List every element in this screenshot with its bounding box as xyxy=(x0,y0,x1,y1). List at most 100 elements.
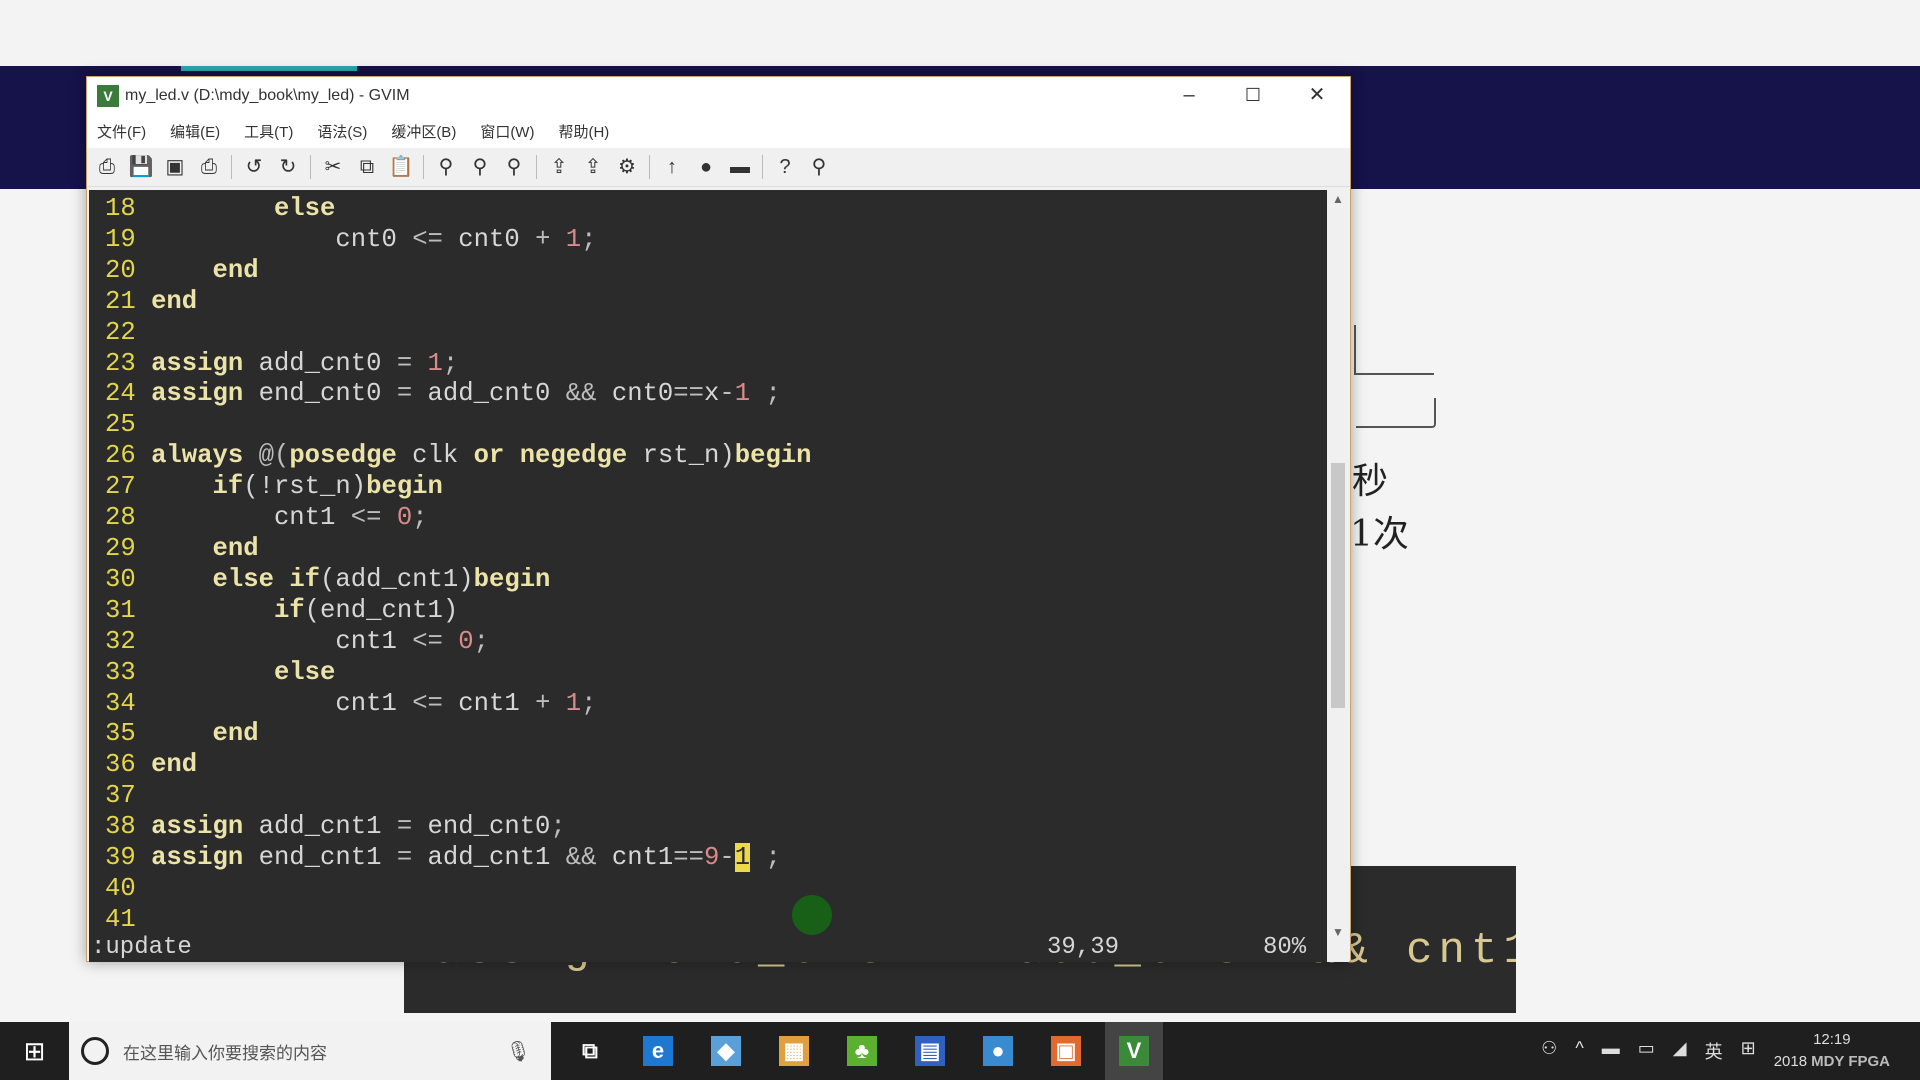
find-replace-icon[interactable]: ⚲ xyxy=(432,153,460,181)
code-token: <= xyxy=(351,503,382,532)
code-line[interactable]: 27 if(!rst_n)begin xyxy=(105,472,1327,503)
task-view-button[interactable]: ⧉ xyxy=(561,1022,619,1080)
code-line[interactable]: 36 end xyxy=(105,750,1327,781)
code-token xyxy=(151,719,212,748)
code-line[interactable]: 23 assign add_cnt0 = 1; xyxy=(105,349,1327,380)
line-number: 39 xyxy=(105,843,136,872)
menu-item[interactable]: 编辑(E) xyxy=(170,121,220,142)
code-token: begin xyxy=(474,565,551,594)
title-bar[interactable]: V my_led.v (D:\mdy_book\my_led) - GVIM –… xyxy=(87,77,1350,114)
edge-button[interactable]: e xyxy=(629,1022,687,1080)
code-line[interactable]: 40 xyxy=(105,874,1327,905)
taskbar-apps: ⧉e◆▦♣▤●▣V xyxy=(551,1022,1163,1080)
app-blue-button[interactable]: ◆ xyxy=(697,1022,755,1080)
code-token: x xyxy=(704,379,719,408)
start-button[interactable]: ⊞ xyxy=(0,1022,69,1080)
menu-item[interactable]: 文件(F) xyxy=(97,121,146,142)
tray-icon[interactable]: ◢ xyxy=(1673,1038,1687,1064)
save-session-icon[interactable]: ⇪ xyxy=(579,153,607,181)
run-script-icon[interactable]: ⚙ xyxy=(613,153,641,181)
qq-button[interactable]: ● xyxy=(969,1022,1027,1080)
undo-icon[interactable]: ↺ xyxy=(240,153,268,181)
code-line[interactable]: 29 end xyxy=(105,534,1327,565)
scrollbar-thumb[interactable] xyxy=(1331,463,1345,708)
code-token: 9 xyxy=(704,843,719,872)
menu-item[interactable]: 工具(T) xyxy=(244,121,293,142)
document-app-button[interactable]: ▤ xyxy=(901,1022,959,1080)
vertical-scrollbar[interactable]: ▲ ▼ xyxy=(1327,190,1349,962)
code-token: 1 xyxy=(428,349,443,378)
code-line[interactable]: 30 else if(add_cnt1)begin xyxy=(105,565,1327,596)
code-line[interactable]: 39 assign end_cnt1 = add_cnt1 && cnt1==9… xyxy=(105,843,1327,874)
paste-icon[interactable]: 📋 xyxy=(387,153,415,181)
office-app-button[interactable]: ▣ xyxy=(1037,1022,1095,1080)
tray-icon[interactable]: ⚇ xyxy=(1541,1038,1557,1064)
code-token xyxy=(412,349,427,378)
code-line[interactable]: 21 end xyxy=(105,287,1327,318)
menu-bar: 文件(F) 编辑(E) 工具(T) 语法(S) 缓冲区(B) 窗口(W) 帮助(H) xyxy=(87,114,1350,148)
taskbar: ⊞ 在这里输入你要搜索的内容 🎙 ⧉e◆▦♣▤●▣V ⚇ ^ ▬ ▭ ◢ 英 ⊞ 12:19… xyxy=(0,1022,1920,1080)
line-number: 34 xyxy=(105,689,136,718)
load-session-icon[interactable]: ⇪ xyxy=(545,153,573,181)
tray-icon[interactable]: 英 xyxy=(1705,1038,1723,1064)
code-line[interactable]: 19 cnt0 <= cnt0 + 1; xyxy=(105,225,1327,256)
copy-icon[interactable]: ⧉ xyxy=(353,153,381,181)
clock[interactable]: 12:19 2018MDY FPGA xyxy=(1774,1029,1890,1073)
redo-icon[interactable]: ↻ xyxy=(274,153,302,181)
code-line[interactable]: 31 if(end_cnt1) xyxy=(105,596,1327,627)
menu-item[interactable]: 帮助(H) xyxy=(558,121,609,142)
code-line[interactable]: 26 always @(posedge clk or negedge rst_n… xyxy=(105,441,1327,472)
scroll-up-icon[interactable]: ▲ xyxy=(1332,192,1344,206)
open-icon[interactable]: ⎙ xyxy=(93,153,121,181)
menu-item[interactable]: 语法(S) xyxy=(317,121,367,142)
code-line[interactable]: 34 cnt1 <= cnt1 + 1; xyxy=(105,689,1327,720)
close-button[interactable]: ✕ xyxy=(1285,77,1349,114)
save-all-icon[interactable]: ▣ xyxy=(161,153,189,181)
help-icon[interactable]: ? xyxy=(771,153,799,181)
code-token: rst_n) xyxy=(627,441,735,470)
make-icon[interactable]: ↑ xyxy=(658,153,686,181)
clover-app-button[interactable]: ♣ xyxy=(833,1022,891,1080)
maximize-button[interactable]: ☐ xyxy=(1221,77,1285,114)
search-placeholder: 在这里输入你要搜索的内容 xyxy=(123,1039,327,1064)
code-line[interactable]: 20 end xyxy=(105,256,1327,287)
code-line[interactable]: 32 cnt1 <= 0; xyxy=(105,627,1327,658)
code-line[interactable]: 41 xyxy=(105,905,1327,936)
find-next-icon[interactable]: ⚲ xyxy=(466,153,494,181)
find-help-icon[interactable]: ⚲ xyxy=(805,153,833,181)
save-icon[interactable]: 💾 xyxy=(127,153,155,181)
find-prev-icon[interactable]: ⚲ xyxy=(500,153,528,181)
code-line[interactable]: 33 else xyxy=(105,658,1327,689)
code-editor[interactable]: 18 else19 cnt0 <= cnt0 + 1;20 end21 end2… xyxy=(89,190,1327,934)
line-number: 21 xyxy=(105,287,136,316)
code-line[interactable]: 28 cnt1 <= 0; xyxy=(105,503,1327,534)
code-line[interactable]: 24 assign end_cnt0 = add_cnt0 && cnt0==x… xyxy=(105,379,1327,410)
code-line[interactable]: 37 xyxy=(105,781,1327,812)
code-line[interactable]: 18 else xyxy=(105,194,1327,225)
menu-item[interactable]: 缓冲区(B) xyxy=(391,121,456,142)
minimize-button[interactable]: – xyxy=(1157,77,1221,114)
code-line[interactable]: 38 assign add_cnt1 = end_cnt0; xyxy=(105,812,1327,843)
cut-icon[interactable]: ✂ xyxy=(319,153,347,181)
code-line[interactable]: 22 xyxy=(105,318,1327,349)
search-box[interactable]: 在这里输入你要搜索的内容 🎙 xyxy=(69,1022,551,1080)
print-icon[interactable]: ⎙ xyxy=(195,153,223,181)
tray-icon[interactable]: ▬ xyxy=(1602,1038,1620,1064)
line-number: 36 xyxy=(105,750,136,779)
code-line[interactable]: 35 end xyxy=(105,719,1327,750)
scroll-down-icon[interactable]: ▼ xyxy=(1332,925,1344,939)
tray-icon[interactable]: ▭ xyxy=(1638,1038,1655,1064)
code-line[interactable]: 25 xyxy=(105,410,1327,441)
gvim-taskbar-button[interactable]: V xyxy=(1105,1022,1163,1080)
menu-item[interactable]: 窗口(W) xyxy=(480,121,534,142)
paint-button[interactable]: ▦ xyxy=(765,1022,823,1080)
tray-icon[interactable]: ^ xyxy=(1575,1038,1583,1064)
jump-tag-icon[interactable]: ▬ xyxy=(726,153,754,181)
ctags-icon[interactable]: ● xyxy=(692,153,720,181)
code-token: <= xyxy=(412,689,443,718)
tray-icon[interactable]: ⊞ xyxy=(1741,1038,1756,1064)
code-token xyxy=(151,256,212,285)
microphone-icon[interactable]: 🎙 xyxy=(506,1039,531,1064)
toolbar-separator xyxy=(649,155,650,179)
code-token: begin xyxy=(366,472,443,501)
